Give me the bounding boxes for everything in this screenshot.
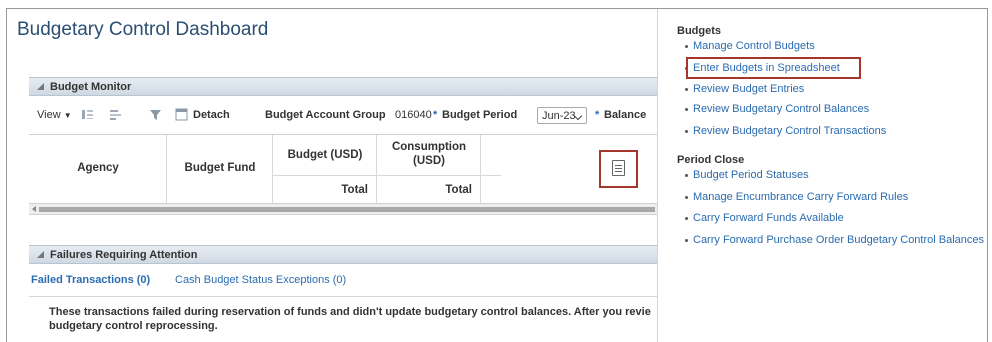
bullet-icon — [685, 88, 688, 91]
link-label: Review Budget Entries — [693, 83, 805, 95]
total-label-budget: Total — [341, 184, 368, 196]
tab-divider — [29, 296, 657, 297]
failures-message-line1: These transactions failed during reserva… — [49, 306, 651, 318]
column-header-budget-usd: Budget (USD) — [287, 149, 363, 161]
link-label: Budget Period Statuses — [693, 169, 809, 181]
total-label-consumption: Total — [445, 184, 472, 196]
link-manage-control-budgets[interactable]: Manage Control Budgets — [685, 40, 815, 52]
required-marker-balance: * — [595, 109, 600, 121]
period-close-section-title: Period Close — [677, 154, 745, 166]
dashboard-frame: Budgetary Control Dashboard Budget Monit… — [6, 8, 988, 342]
failures-title: Failures Requiring Attention — [50, 249, 198, 261]
link-label: Carry Forward Purchase Order Budgetary C… — [693, 234, 985, 246]
link-label: Review Budgetary Control Balances — [693, 103, 870, 115]
link-review-budgetary-control-balances[interactable]: Review Budgetary Control Balances — [685, 103, 870, 115]
bullet-icon — [685, 45, 688, 48]
budget-period-label: Budget Period — [442, 109, 518, 121]
budget-account-group-value: 016040 — [395, 109, 432, 121]
collapse-triangle-icon[interactable] — [37, 250, 44, 258]
scroll-left-arrow-icon[interactable] — [32, 206, 36, 212]
bullet-icon — [685, 174, 688, 177]
column-header-budget-fund: Budget Fund — [184, 162, 256, 174]
column-budget-fund[interactable]: Budget Fund — [167, 135, 273, 203]
bullet-icon — [685, 108, 688, 111]
tab-cash-budget-status-exceptions[interactable]: Cash Budget Status Exceptions (0) — [175, 274, 346, 286]
link-carry-forward-funds-available[interactable]: Carry Forward Funds Available — [685, 212, 844, 224]
bullet-icon — [685, 196, 688, 199]
column-consumption-usd[interactable]: Consumption (USD) Total — [377, 135, 481, 203]
column-header-consumption-line1: Consumption — [391, 141, 467, 153]
budget-account-group-label: Budget Account Group — [265, 109, 386, 121]
caret-down-icon: ▼ — [63, 111, 72, 120]
wrap-icon[interactable] — [109, 108, 122, 121]
bullet-icon — [685, 239, 688, 242]
link-label: Review Budgetary Control Transactions — [693, 125, 887, 137]
view-menu[interactable]: View ▼ — [37, 109, 72, 121]
detail-view-button[interactable] — [599, 150, 638, 188]
tab-failed-transactions[interactable]: Failed Transactions (0) — [31, 274, 150, 286]
failures-message-line2: budgetary control reprocessing. — [49, 320, 218, 332]
budget-monitor-header[interactable]: Budget Monitor — [29, 77, 657, 96]
detach-button[interactable]: Detach — [193, 109, 230, 121]
budgets-section-title: Budgets — [677, 25, 721, 37]
total-row-divider — [273, 175, 501, 176]
link-label: Manage Control Budgets — [693, 40, 815, 52]
tasks-panel: Budgets Manage Control Budgets Enter Bud… — [677, 9, 989, 342]
bullet-icon — [685, 217, 688, 220]
dashboard-main: Budgetary Control Dashboard Budget Monit… — [7, 9, 657, 342]
horizontal-scrollbar[interactable] — [29, 203, 657, 215]
link-review-budget-entries[interactable]: Review Budget Entries — [685, 83, 805, 95]
budget-monitor-toolbar: View ▼ Detach Budget Account Group 01604… — [29, 105, 657, 127]
budget-monitor-title: Budget Monitor — [50, 81, 132, 93]
link-manage-encumbrance-carry-forward-rules[interactable]: Manage Encumbrance Carry Forward Rules — [685, 191, 909, 203]
column-header-consumption-line2: (USD) — [413, 155, 445, 167]
failures-message: These transactions failed during reserva… — [49, 305, 655, 333]
budget-period-value: Jun-23 — [542, 110, 576, 122]
link-label: Manage Encumbrance Carry Forward Rules — [693, 191, 909, 203]
scrollbar-thumb[interactable] — [39, 207, 655, 212]
budget-monitor-table: Agency Budget Fund Budget (USD) Total Co… — [29, 134, 657, 203]
column-agency[interactable]: Agency — [29, 135, 167, 203]
freeze-icon[interactable] — [81, 108, 94, 121]
column-budget-usd[interactable]: Budget (USD) Total — [273, 135, 377, 203]
balance-label: Balance — [604, 109, 647, 121]
link-review-budgetary-control-transactions[interactable]: Review Budgetary Control Transactions — [685, 125, 887, 137]
link-label: Carry Forward Funds Available — [693, 212, 844, 224]
budget-period-select[interactable]: Jun-23 — [537, 107, 587, 124]
link-carry-forward-po-budgetary-control-balances[interactable]: Carry Forward Purchase Order Budgetary C… — [685, 234, 985, 246]
detach-icon[interactable] — [175, 108, 188, 121]
pane-divider — [657, 9, 658, 342]
document-icon — [612, 160, 625, 176]
link-budget-period-statuses[interactable]: Budget Period Statuses — [685, 169, 809, 181]
column-header-agency: Agency — [77, 162, 119, 174]
failures-header[interactable]: Failures Requiring Attention — [29, 245, 657, 264]
required-marker: * — [433, 109, 438, 121]
collapse-triangle-icon[interactable] — [37, 82, 44, 90]
query-by-example-icon[interactable] — [149, 108, 162, 121]
bullet-icon — [685, 130, 688, 133]
page-title: Budgetary Control Dashboard — [17, 19, 269, 40]
highlight-box — [686, 57, 861, 79]
view-menu-label: View — [37, 109, 61, 121]
